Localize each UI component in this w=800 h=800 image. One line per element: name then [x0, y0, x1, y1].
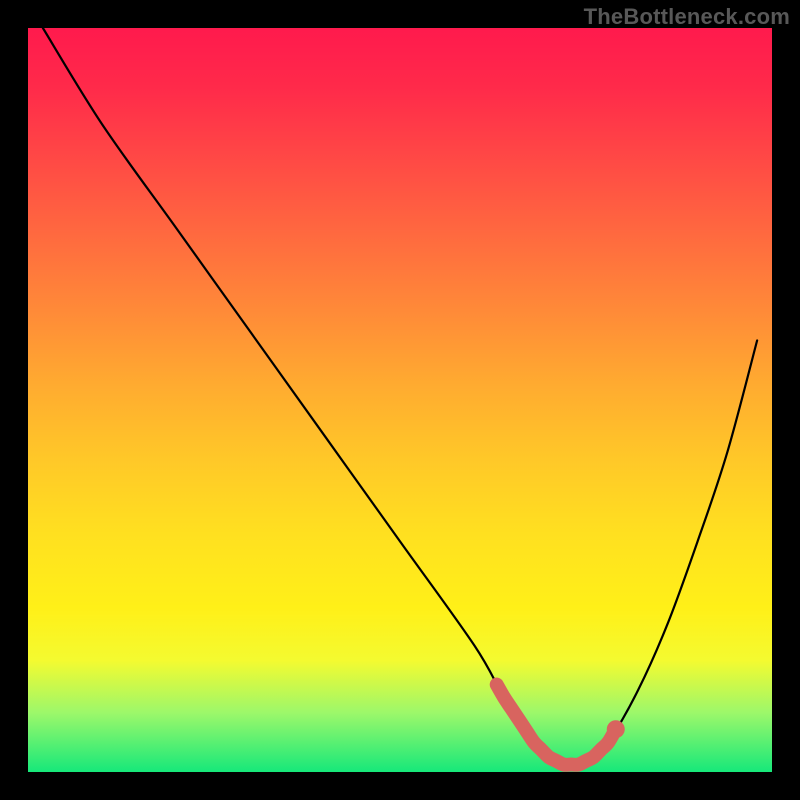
- sweet-spot-endpoint: [607, 720, 625, 738]
- chart-frame: TheBottleneck.com: [0, 0, 800, 800]
- bottleneck-curve: [43, 28, 757, 765]
- sweet-spot-band: [497, 685, 616, 765]
- chart-svg: [28, 28, 772, 772]
- plot-area: [28, 28, 772, 772]
- watermark-label: TheBottleneck.com: [584, 4, 790, 30]
